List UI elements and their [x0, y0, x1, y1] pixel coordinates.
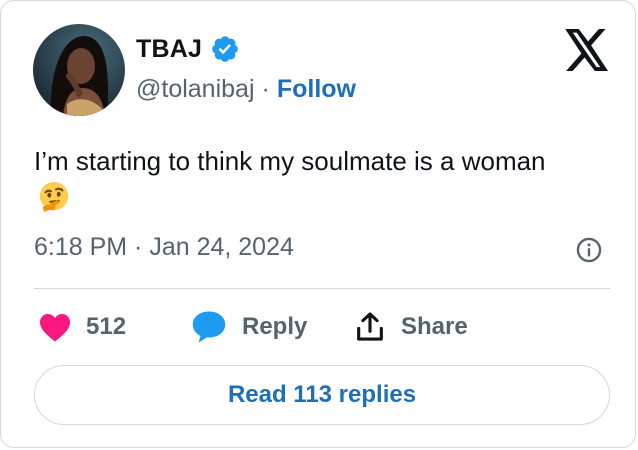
heart-icon [40, 314, 70, 342]
reply-label: Reply [242, 313, 308, 340]
tweet-card[interactable]: TBAJ @tolanibaj · Follow I’m starting to… [0, 0, 636, 448]
share-label: Share [401, 313, 468, 340]
verified-badge-icon [212, 36, 238, 62]
tweet-timestamp[interactable]: 6:18 PM · Jan 24, 2024 [34, 233, 294, 262]
thinking-face-emoji-icon [39, 181, 69, 213]
author-handle[interactable]: @tolanibaj [136, 75, 255, 104]
like-button[interactable]: 512 [38, 305, 126, 349]
like-count: 512 [86, 313, 127, 340]
reply-bubble-icon [192, 311, 226, 343]
share-button[interactable]: Share [353, 305, 468, 349]
author-name[interactable]: TBAJ [136, 35, 202, 64]
follow-button[interactable]: Follow [277, 75, 356, 104]
share-icon [357, 312, 383, 341]
read-replies-button[interactable]: Read 113 replies [34, 365, 610, 425]
separator-dot: · [261, 75, 270, 103]
info-icon[interactable] [575, 236, 603, 264]
reply-button[interactable]: Reply [190, 305, 307, 349]
tweet-text: I’m starting to think my soulmate is a w… [34, 146, 546, 176]
divider [34, 288, 610, 289]
avatar[interactable] [33, 24, 125, 116]
x-logo-icon[interactable] [564, 29, 610, 71]
